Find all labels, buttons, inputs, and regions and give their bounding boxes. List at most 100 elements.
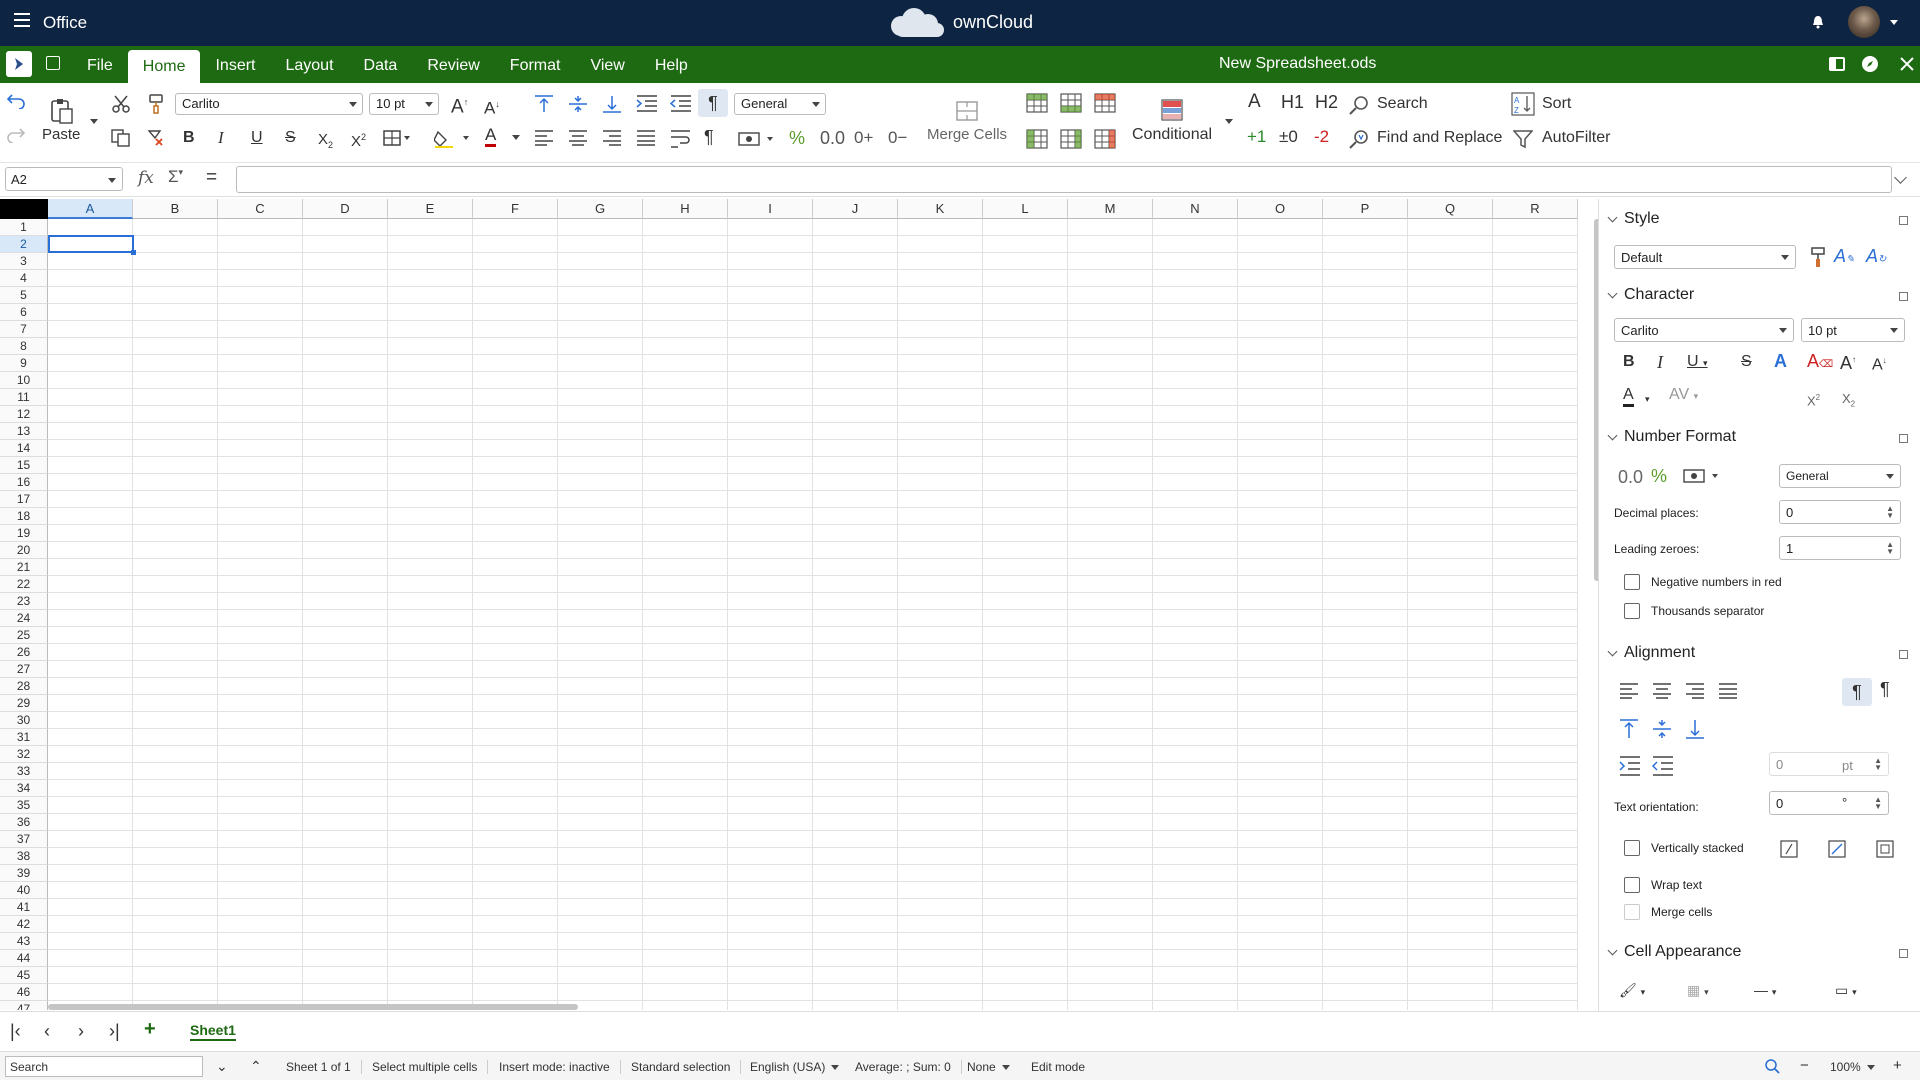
- row-header-9[interactable]: 9: [0, 355, 48, 372]
- row-header-41[interactable]: 41: [0, 899, 48, 916]
- left-to-right-icon[interactable]: ¶: [698, 89, 728, 117]
- owncloud-brand[interactable]: ownCloud: [887, 6, 1033, 38]
- column-header-q[interactable]: Q: [1408, 199, 1493, 219]
- wrap-text-checkbox[interactable]: [1624, 877, 1640, 893]
- italic-icon[interactable]: I: [218, 128, 224, 148]
- previous-sheet-icon[interactable]: ‹: [44, 1021, 50, 1042]
- number-format-icon[interactable]: 0.0: [820, 128, 845, 148]
- row-header-7[interactable]: 7: [0, 321, 48, 338]
- increase-indent-icon[interactable]: [636, 95, 658, 113]
- neutral-style[interactable]: ±0: [1279, 127, 1298, 147]
- compass-icon[interactable]: [1861, 55, 1879, 73]
- sidebar-align-bottom-icon[interactable]: [1685, 719, 1705, 739]
- expand-formula-icon[interactable]: [1894, 171, 1907, 184]
- row-header-19[interactable]: 19: [0, 525, 48, 542]
- sidebar-align-right-icon[interactable]: [1685, 683, 1705, 699]
- cell-background-icon[interactable]: 🖌︎ ▾: [1619, 980, 1645, 1002]
- tab-format[interactable]: Format: [495, 46, 576, 83]
- text-orientation-spinner[interactable]: 0 ° ▲ ▼: [1769, 791, 1889, 815]
- update-style-icon[interactable]: A↻: [1866, 246, 1886, 270]
- tab-view[interactable]: View: [575, 46, 639, 83]
- heading2-style[interactable]: H2: [1315, 92, 1338, 112]
- row-header-11[interactable]: 11: [0, 389, 48, 406]
- document-name[interactable]: New Spreadsheet.ods: [1219, 55, 1376, 73]
- row-header-18[interactable]: 18: [0, 508, 48, 525]
- last-sheet-icon[interactable]: ›|: [109, 1021, 120, 1042]
- cell-grid[interactable]: [48, 219, 1578, 1010]
- row-header-10[interactable]: 10: [0, 372, 48, 389]
- sidebar-font-name-select[interactable]: Carlito: [1614, 318, 1794, 342]
- chevron-down-icon[interactable]: [1890, 20, 1898, 25]
- decimal-places-spinner[interactable]: 0 ▲ ▼: [1779, 500, 1901, 524]
- sidebar-superscript-icon[interactable]: X2: [1807, 388, 1820, 411]
- number-format-select[interactable]: General: [734, 93, 826, 115]
- default-style-icon[interactable]: A: [1248, 92, 1261, 112]
- align-top-icon[interactable]: [534, 95, 554, 113]
- justify-icon[interactable]: [636, 130, 656, 146]
- row-header-44[interactable]: 44: [0, 950, 48, 967]
- search-icon[interactable]: [1349, 95, 1369, 115]
- column-header-e[interactable]: E: [388, 199, 473, 219]
- sidebar-font-size-select[interactable]: 10 pt: [1801, 318, 1905, 342]
- delete-rows-icon[interactable]: [1094, 93, 1116, 113]
- background-color-icon[interactable]: [434, 128, 470, 148]
- font-size-select[interactable]: 10 pt: [369, 93, 439, 115]
- next-sheet-icon[interactable]: ›: [78, 1021, 84, 1042]
- add-sheet-icon[interactable]: +: [144, 1018, 156, 1041]
- sidebar-shrink-font-icon[interactable]: A↓: [1872, 351, 1887, 375]
- tab-review[interactable]: Review: [412, 46, 494, 83]
- sidebar-align-left-icon[interactable]: [1619, 683, 1639, 699]
- tab-help[interactable]: Help: [640, 46, 703, 83]
- zoom-fit-icon[interactable]: [1764, 1058, 1780, 1074]
- row-header-31[interactable]: 31: [0, 729, 48, 746]
- sidebar-align-top-icon[interactable]: [1619, 719, 1639, 739]
- underline-icon[interactable]: U: [251, 128, 263, 148]
- column-header-k[interactable]: K: [898, 199, 983, 219]
- row-header-6[interactable]: 6: [0, 304, 48, 321]
- row-header-20[interactable]: 20: [0, 542, 48, 559]
- cell-appearance-section-header[interactable]: Cell Appearance: [1607, 943, 1741, 961]
- tab-data[interactable]: Data: [349, 46, 413, 83]
- sheet-tab[interactable]: Sheet1: [190, 1022, 236, 1041]
- sidebar-increase-indent-icon[interactable]: [1619, 756, 1641, 776]
- delete-columns-icon[interactable]: [1094, 129, 1116, 149]
- autofilter-icon[interactable]: [1513, 129, 1533, 149]
- text-extension-inside-icon[interactable]: [1876, 840, 1894, 858]
- copy-icon[interactable]: [111, 129, 131, 147]
- conditional-dropdown-icon[interactable]: [1225, 119, 1233, 124]
- row-header-21[interactable]: 21: [0, 559, 48, 576]
- insert-columns-after-icon[interactable]: [1060, 129, 1082, 149]
- zoom-in-icon[interactable]: +: [1893, 1057, 1902, 1074]
- zoom-out-icon[interactable]: −: [1800, 1057, 1809, 1074]
- redo-icon[interactable]: [6, 127, 26, 143]
- border-color-icon[interactable]: ▭ ▾: [1835, 980, 1857, 1002]
- sidebar-currency-icon[interactable]: [1683, 467, 1721, 485]
- row-header-16[interactable]: 16: [0, 474, 48, 491]
- search-button[interactable]: Search: [1377, 95, 1428, 113]
- merge-cells-icon[interactable]: [956, 101, 978, 121]
- column-header-f[interactable]: F: [473, 199, 558, 219]
- row-header-5[interactable]: 5: [0, 287, 48, 304]
- heading1-style[interactable]: H1: [1281, 92, 1304, 112]
- border-line-style-icon[interactable]: — ▾: [1754, 980, 1776, 1002]
- column-header-i[interactable]: I: [728, 199, 813, 219]
- column-header-j[interactable]: J: [813, 199, 898, 219]
- sidebar-align-middle-icon[interactable]: [1652, 719, 1672, 739]
- wrap-text-icon[interactable]: [670, 130, 692, 148]
- align-middle-icon[interactable]: [568, 95, 588, 113]
- cell-style-select[interactable]: Default: [1614, 245, 1796, 269]
- negative-red-checkbox[interactable]: [1624, 574, 1640, 590]
- formula-input[interactable]: [236, 166, 1892, 193]
- sidebar-bold-icon[interactable]: B: [1623, 352, 1635, 372]
- merge-cells-button[interactable]: Merge Cells: [927, 126, 1007, 143]
- paste-dropdown-icon[interactable]: [90, 119, 98, 124]
- row-header-45[interactable]: 45: [0, 967, 48, 984]
- row-header-32[interactable]: 32: [0, 746, 48, 763]
- font-name-select[interactable]: Carlito: [175, 93, 363, 115]
- row-header-1[interactable]: 1: [0, 219, 48, 236]
- shrink-font-icon[interactable]: A↓: [484, 94, 500, 119]
- sidebar-strikethrough-icon[interactable]: S: [1741, 352, 1752, 372]
- row-header-30[interactable]: 30: [0, 712, 48, 729]
- sidebar-font-color-icon[interactable]: A: [1623, 386, 1634, 407]
- name-box[interactable]: A2: [5, 167, 123, 191]
